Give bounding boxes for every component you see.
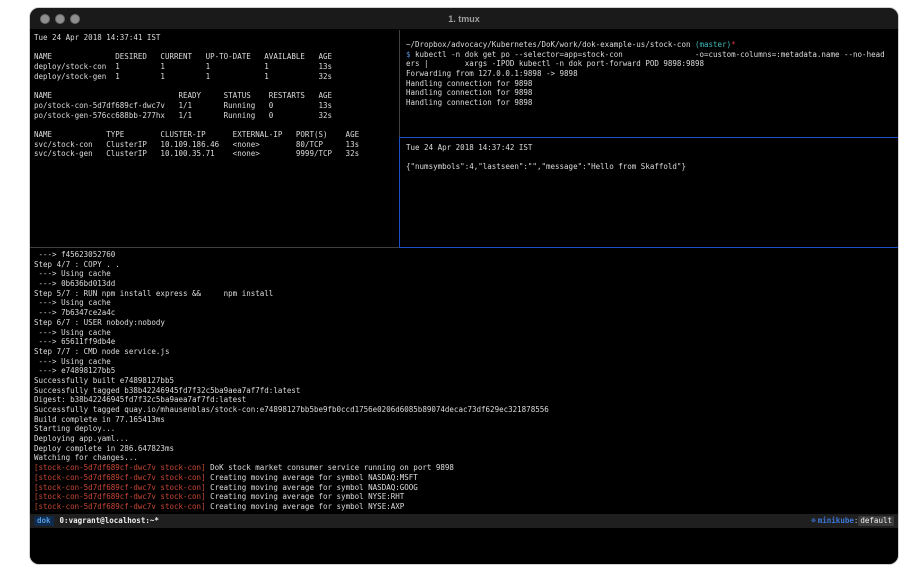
terminal-line: po/stock-con-5d7df689cf-dwc7v 1/1 Runnin… bbox=[34, 101, 399, 111]
kubernetes-helm-icon: ☸ bbox=[811, 516, 816, 526]
terminal-line: svc/stock-gen ClusterIP 10.100.35.71 <no… bbox=[34, 149, 399, 159]
terminal-line: ---> 0b636bd013dd bbox=[34, 279, 898, 289]
terminal-line bbox=[34, 43, 399, 53]
pane-border-horizontal-main-left[interactable] bbox=[30, 247, 399, 248]
window-titlebar[interactable]: 1. tmux bbox=[30, 8, 898, 30]
terminal-line: ers | xargs -IPOD kubectl -n dok port-fo… bbox=[406, 59, 898, 69]
terminal-line: ---> Using cache bbox=[34, 357, 898, 367]
terminal-line: Forwarding from 127.0.0.1:9898 -> 9898 bbox=[406, 69, 898, 79]
terminal-line: Tue 24 Apr 2018 14:37:41 IST bbox=[34, 33, 399, 43]
terminal-line: Step 7/7 : CMD node service.js bbox=[34, 347, 898, 357]
pane-border-horizontal-main-right[interactable] bbox=[399, 247, 898, 248]
terminal-line: NAME READY STATUS RESTARTS AGE bbox=[34, 91, 399, 101]
terminal-line: Tue 24 Apr 2018 14:37:42 IST bbox=[406, 143, 898, 153]
minimize-button[interactable] bbox=[55, 14, 65, 24]
close-button[interactable] bbox=[40, 14, 50, 24]
kube-status-segment: ☸ minikube : default bbox=[811, 516, 894, 526]
terminal-line: ~/Dropbox/advocacy/Kubernetes/DoK/work/d… bbox=[406, 40, 898, 50]
terminal-line: {"numsymbols":4,"lastseen":"","message":… bbox=[406, 162, 898, 172]
terminal-line: po/stock-gen-576cc688bb-277hx 1/1 Runnin… bbox=[34, 111, 399, 121]
terminal-line: ---> Using cache bbox=[34, 269, 898, 279]
terminal-line: Handling connection for 9898 bbox=[406, 98, 898, 108]
zoom-button[interactable] bbox=[70, 14, 80, 24]
terminal-line: Deploy complete in 286.647823ms bbox=[34, 444, 898, 454]
terminal-line: ---> Using cache bbox=[34, 298, 898, 308]
kube-namespace: default bbox=[858, 516, 894, 526]
terminal-line: Watching for changes... bbox=[34, 453, 898, 463]
pane-border-horizontal-right[interactable] bbox=[400, 137, 898, 138]
terminal-line: [stock-con-5d7df689cf-dwc7v stock-con] C… bbox=[34, 492, 898, 502]
window-title: 1. tmux bbox=[30, 14, 898, 24]
tmux-terminal: Tue 24 Apr 2018 14:37:41 IST NAME DESIRE… bbox=[30, 30, 898, 564]
terminal-line: [stock-con-5d7df689cf-dwc7v stock-con] C… bbox=[34, 502, 898, 512]
terminal-line: Build complete in 77.165413ms bbox=[34, 415, 898, 425]
session-name-badge[interactable]: dok bbox=[34, 516, 54, 526]
tmux-status-bar: dok 0:vagrant@localhost:~* ☸ minikube : … bbox=[30, 514, 898, 528]
terminal-line: Successfully tagged quay.io/mhausenblas/… bbox=[34, 405, 898, 415]
terminal-line bbox=[34, 81, 399, 91]
traffic-lights bbox=[40, 14, 80, 24]
terminal-line: Successfully tagged b38b42246945fd7f32c5… bbox=[34, 386, 898, 396]
pane-border-vertical-active[interactable] bbox=[399, 137, 400, 247]
terminal-line: Handling connection for 9898 bbox=[406, 79, 898, 89]
terminal-window: 1. tmux Tue 24 Apr 2018 14:37:41 IST NAM… bbox=[30, 8, 898, 564]
terminal-line: Digest: b38b42246945fd7f32c5ba9aea7af7fd… bbox=[34, 395, 898, 405]
current-window-name[interactable]: 0:vagrant@localhost:~* bbox=[60, 516, 159, 526]
pane-service-response[interactable]: Tue 24 Apr 2018 14:37:42 IST {"numsymbol… bbox=[401, 138, 898, 247]
terminal-line: deploy/stock-con 1 1 1 1 13s bbox=[34, 62, 399, 72]
terminal-line bbox=[34, 120, 399, 130]
terminal-line bbox=[406, 153, 898, 163]
terminal-line: Step 5/7 : RUN npm install express && np… bbox=[34, 289, 898, 299]
terminal-line: deploy/stock-gen 1 1 1 1 32s bbox=[34, 72, 399, 82]
terminal-line: [stock-con-5d7df689cf-dwc7v stock-con] C… bbox=[34, 483, 898, 493]
kube-context: minikube bbox=[818, 516, 854, 526]
terminal-line: NAME DESIRED CURRENT UP-TO-DATE AVAILABL… bbox=[34, 52, 399, 62]
terminal-line: Step 4/7 : COPY . . bbox=[34, 260, 898, 270]
terminal-line: $ kubectl -n dok get po --selector=app=s… bbox=[406, 50, 898, 60]
terminal-line: [stock-con-5d7df689cf-dwc7v stock-con] D… bbox=[34, 463, 898, 473]
pane-skaffold-build-log[interactable]: ---> f45623052760Step 4/7 : COPY . . ---… bbox=[30, 248, 898, 514]
pane-kubectl-resources[interactable]: Tue 24 Apr 2018 14:37:41 IST NAME DESIRE… bbox=[30, 30, 399, 247]
terminal-line: NAME TYPE CLUSTER-IP EXTERNAL-IP PORT(S)… bbox=[34, 130, 399, 140]
terminal-line: Starting deploy... bbox=[34, 424, 898, 434]
pane-port-forward[interactable]: ~/Dropbox/advocacy/Kubernetes/DoK/work/d… bbox=[401, 30, 898, 137]
terminal-line: Handling connection for 9898 bbox=[406, 88, 898, 98]
terminal-line: Step 6/7 : USER nobody:nobody bbox=[34, 318, 898, 328]
terminal-line: ---> 65611ff9db4e bbox=[34, 337, 898, 347]
pane-border-vertical-top[interactable] bbox=[399, 30, 400, 137]
terminal-line: [stock-con-5d7df689cf-dwc7v stock-con] C… bbox=[34, 473, 898, 483]
terminal-line: ---> 7b6347ce2a4c bbox=[34, 308, 898, 318]
terminal-line: ---> f45623052760 bbox=[34, 250, 898, 260]
terminal-line: Deploying app.yaml... bbox=[34, 434, 898, 444]
terminal-line: ---> Using cache bbox=[34, 328, 898, 338]
terminal-line: Successfully built e74898127bb5 bbox=[34, 376, 898, 386]
terminal-line: ---> e74898127bb5 bbox=[34, 366, 898, 376]
terminal-line: svc/stock-con ClusterIP 10.109.186.46 <n… bbox=[34, 140, 399, 150]
